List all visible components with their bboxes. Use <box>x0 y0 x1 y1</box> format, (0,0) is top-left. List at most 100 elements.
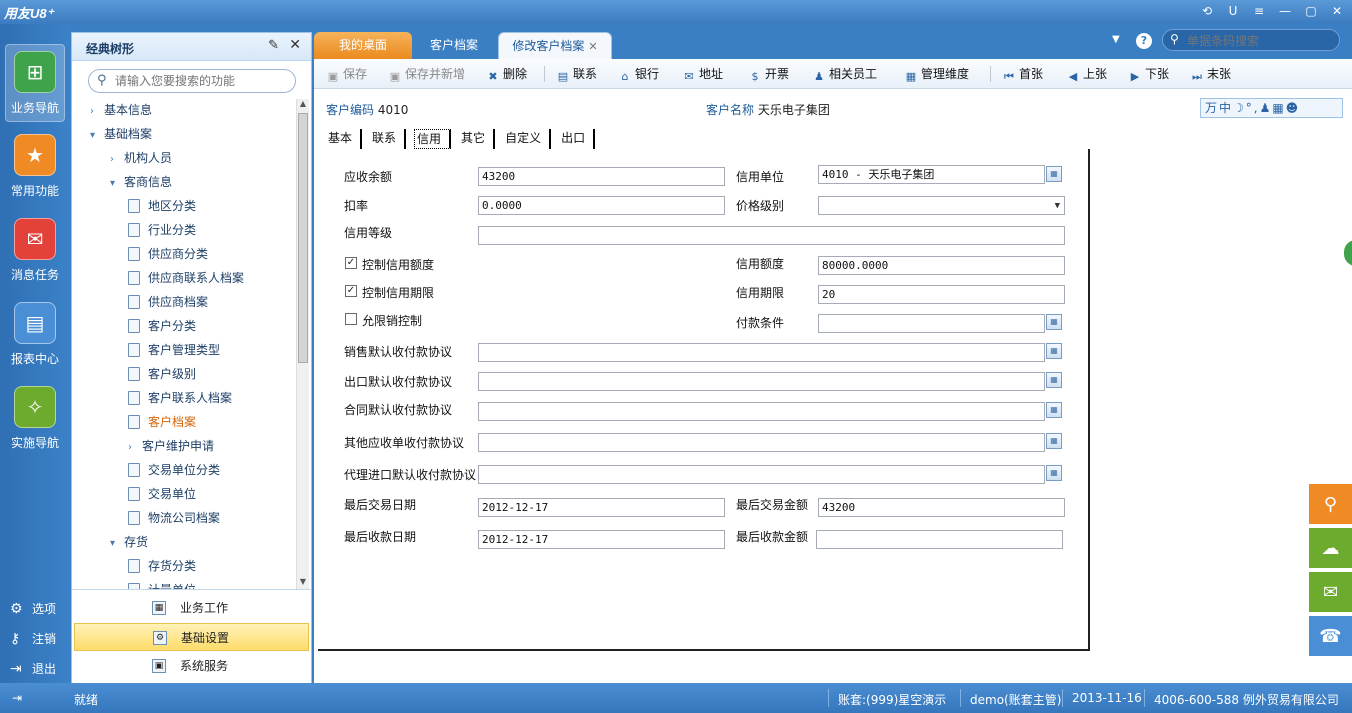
tree-folder[interactable]: ▾ 存货 <box>110 531 148 553</box>
agency-import-agreement-field[interactable] <box>478 465 1045 484</box>
close-icon[interactable]: ✕ <box>289 37 301 53</box>
payment-terms-picker-icon[interactable]: ▦ <box>1046 314 1062 330</box>
system-service-button[interactable]: ▣ 系统服务 <box>74 652 309 680</box>
chat-icon[interactable]: ✉ <box>1309 572 1352 612</box>
tree-folder[interactable]: › 机构人员 <box>110 147 172 169</box>
nav-messages[interactable]: ✉ 消息任务 <box>5 212 65 290</box>
barcode-search-input[interactable] <box>1187 33 1335 48</box>
price-level-select[interactable]: ▼ <box>818 196 1065 215</box>
tree-scrollbar[interactable]: ▲ ▼ <box>296 99 309 589</box>
contract-agreement-field[interactable] <box>478 402 1045 421</box>
prev-button[interactable]: ◀ 上张 <box>1066 65 1107 83</box>
address-button[interactable]: ✉ 地址 <box>682 65 723 83</box>
last-trade-amount-field[interactable]: 43200 <box>818 498 1065 517</box>
ctrl-credit-period-checkbox[interactable]: ✓ <box>345 285 357 297</box>
collapse-icon[interactable]: ⇥ <box>12 691 22 705</box>
discount-field[interactable]: 0.0000 <box>478 196 725 215</box>
credit-unit-picker-icon[interactable]: ▦ <box>1046 166 1062 182</box>
nav-reports[interactable]: ▤ 报表中心 <box>5 296 65 374</box>
basic-settings-button[interactable]: ⚙ 基础设置 <box>74 623 309 651</box>
nav-favorites[interactable]: ★ 常用功能 <box>5 128 65 206</box>
subtab-credit[interactable]: 信用 <box>414 129 452 149</box>
pin-icon[interactable]: ✎ <box>268 38 279 53</box>
close-icon[interactable]: ✕ <box>588 40 597 53</box>
subtab-custom[interactable]: 自定义 <box>503 129 552 149</box>
refresh-icon[interactable]: ⟲ <box>1198 2 1216 20</box>
contract-agreement-picker-icon[interactable]: ▦ <box>1046 402 1062 418</box>
ar-balance-field[interactable]: 43200 <box>478 167 725 186</box>
dimension-button[interactable]: ▦ 管理维度 <box>904 65 969 83</box>
tree-item[interactable]: 客户分类 <box>128 315 196 337</box>
business-work-button[interactable]: ▦ 业务工作 <box>74 594 309 622</box>
tab-desktop[interactable]: 我的桌面 <box>314 32 412 59</box>
staff-button[interactable]: ♟ 相关员工 <box>812 65 877 83</box>
contact-button[interactable]: ▤ 联系 <box>556 65 597 83</box>
ime-toolbar[interactable]: 万中☽°,♟▦☻ <box>1200 98 1343 118</box>
close-icon[interactable]: ✕ <box>1328 2 1346 20</box>
logout-button[interactable]: ⚷ 注销 <box>10 630 56 647</box>
scroll-down-icon[interactable]: ▼ <box>297 577 309 589</box>
tree-item[interactable]: 供应商分类 <box>128 243 208 265</box>
credit-unit-field[interactable]: 4010 - 天乐电子集团 <box>818 165 1045 184</box>
tab-customer-archive[interactable]: 客户档案 <box>414 32 494 59</box>
sales-agreement-picker-icon[interactable]: ▦ <box>1046 343 1062 359</box>
tree-item[interactable]: 客户管理类型 <box>128 339 220 361</box>
tree-folder[interactable]: ▾ 客商信息 <box>110 171 172 193</box>
last-receipt-amount-field[interactable] <box>816 530 1063 549</box>
service-icon[interactable]: ☎ <box>1309 616 1352 656</box>
help-icon[interactable]: ? <box>1136 33 1152 49</box>
next-button[interactable]: ▶ 下张 <box>1128 65 1169 83</box>
exit-button[interactable]: ⇥ 退出 <box>10 660 56 677</box>
options-button[interactable]: ⚙ 选项 <box>10 600 56 617</box>
export-agreement-picker-icon[interactable]: ▦ <box>1046 372 1062 388</box>
ctrl-credit-amount-checkbox[interactable]: ✓ <box>345 257 357 269</box>
tree-item[interactable]: 物流公司档案 <box>128 507 220 529</box>
tree-item[interactable]: 交易单位 <box>128 483 196 505</box>
tree-item[interactable]: 地区分类 <box>128 195 196 217</box>
save-button[interactable]: ▣ 保存 <box>326 65 367 83</box>
tree-search-input[interactable] <box>115 73 285 89</box>
credit-period-field[interactable]: 20 <box>818 285 1065 304</box>
first-button[interactable]: ⏮ 首张 <box>1002 65 1043 83</box>
subtab-export[interactable]: 出口 <box>559 129 596 149</box>
tree-item[interactable]: 计量单位 <box>128 579 196 589</box>
tree-item[interactable]: 行业分类 <box>128 219 196 241</box>
export-agreement-field[interactable] <box>478 372 1045 391</box>
payment-terms-field[interactable] <box>818 314 1045 333</box>
tree-item[interactable]: 客户联系人档案 <box>128 387 232 409</box>
tree-item[interactable]: 客户档案 <box>128 411 196 433</box>
scroll-up-icon[interactable]: ▲ <box>297 99 309 111</box>
minimize-icon[interactable]: — <box>1276 2 1294 20</box>
tree-folder[interactable]: ▾ 基础档案 <box>90 123 152 145</box>
search-icon[interactable]: ⚲ <box>1309 484 1352 524</box>
last-trade-date-field[interactable]: 2012-12-17 <box>478 498 725 517</box>
subtab-other[interactable]: 其它 <box>459 129 496 149</box>
last-button[interactable]: ⏭ 末张 <box>1190 65 1231 83</box>
tree-folder[interactable]: › 客户维护申请 <box>128 435 214 457</box>
u-icon[interactable]: U <box>1224 2 1242 20</box>
maximize-icon[interactable]: ▢ <box>1302 2 1320 20</box>
tree-folder[interactable]: › 基本信息 <box>90 99 152 121</box>
invoice-button[interactable]: $ 开票 <box>748 65 790 83</box>
save-new-button[interactable]: ▣ 保存并新增 <box>388 65 465 83</box>
other-ar-agreement-picker-icon[interactable]: ▦ <box>1046 433 1062 449</box>
last-receipt-date-field[interactable]: 2012-12-17 <box>478 530 725 549</box>
subtab-contact[interactable]: 联系 <box>370 129 407 149</box>
tree-item[interactable]: 供应商联系人档案 <box>128 267 244 289</box>
credit-amount-field[interactable]: 80000.0000 <box>818 256 1065 275</box>
nav-business[interactable]: ⊞ 业务导航 <box>5 44 65 122</box>
nav-implementation[interactable]: ✧ 实施导航 <box>5 380 65 458</box>
cloud-icon[interactable]: ☁ <box>1309 528 1352 568</box>
bank-button[interactable]: ⌂ 银行 <box>618 65 660 83</box>
credit-grade-field[interactable] <box>478 226 1065 245</box>
delete-button[interactable]: ✖ 删除 <box>486 65 527 83</box>
tree-item[interactable]: 供应商档案 <box>128 291 208 313</box>
scroll-thumb[interactable] <box>298 113 308 363</box>
other-ar-agreement-field[interactable] <box>478 433 1045 452</box>
menu-icon[interactable]: ≡ <box>1250 2 1268 20</box>
tab-edit-customer[interactable]: 修改客户档案 ✕ <box>498 32 612 59</box>
tree-item[interactable]: 交易单位分类 <box>128 459 220 481</box>
limit-sales-checkbox[interactable] <box>345 313 357 325</box>
tree-item[interactable]: 客户级别 <box>128 363 196 385</box>
tree-item[interactable]: 存货分类 <box>128 555 196 577</box>
